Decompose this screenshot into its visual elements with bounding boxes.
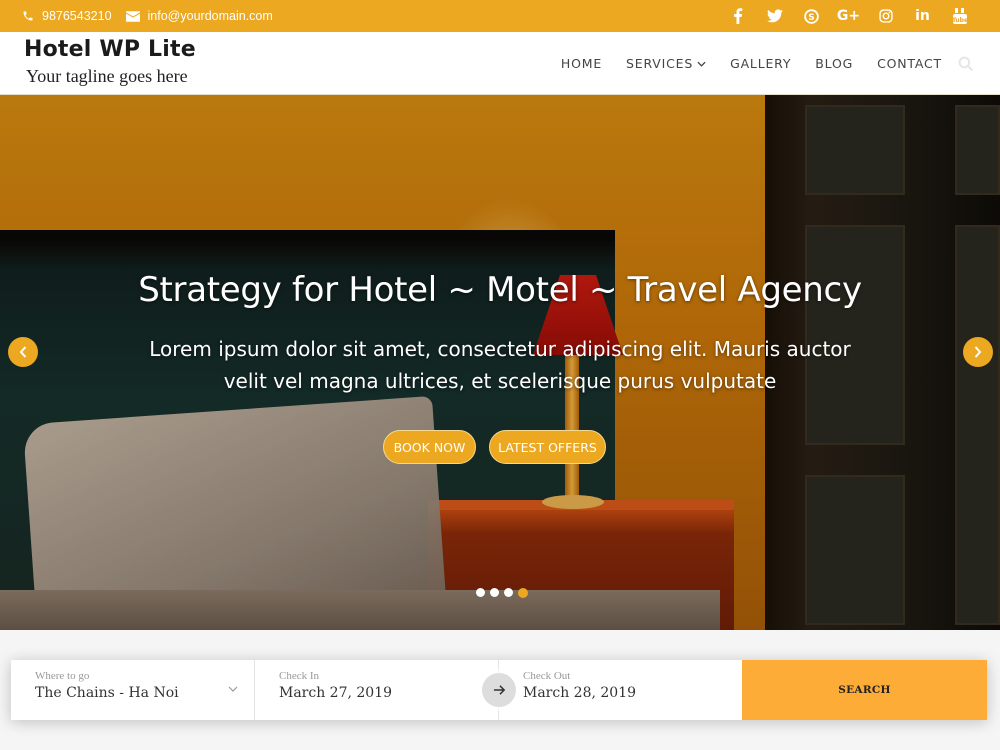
twitter-icon[interactable] [756,0,793,32]
facebook-icon[interactable] [719,0,756,32]
nav-label: CONTACT [877,56,942,71]
main-nav: HOME SERVICES GALLERY BLOG CONTACT [537,32,942,95]
booking-form: Where to go The Chains - Ha Noi Check In… [11,660,987,720]
book-now-button[interactable]: BOOK NOW [383,430,476,464]
latest-offers-button[interactable]: LATEST OFFERS [489,430,606,464]
svg-text:S: S [808,12,814,22]
arrow-right-icon [493,685,505,695]
check-out-value: March 28, 2019 [523,685,637,701]
hero-slider: Strategy for Hotel ~ Motel ~ Travel Agen… [0,95,1000,630]
slider-dot[interactable] [476,588,485,597]
google-plus-icon[interactable]: G+ [830,0,867,32]
chevron-right-icon [974,346,982,358]
destination-label: Where to go [35,670,90,682]
search-submit-button[interactable]: SEARCH [742,660,987,720]
destination-value: The Chains - Ha Noi [35,685,179,701]
nav-item-home[interactable]: HOME [561,56,602,71]
date-arrow-button[interactable] [482,673,516,707]
site-header: Hotel WP Lite Your tagline goes here HOM… [0,32,1000,95]
site-title[interactable]: Hotel WP Lite [24,37,196,62]
nav-label: HOME [560,56,603,71]
nav-item-blog[interactable]: BLOG [815,56,853,71]
envelope-icon [125,10,140,22]
check-out-label: Check Out [523,670,571,682]
email-address: info@yourdomain.com [147,9,273,23]
slider-next-button[interactable] [963,337,993,367]
slider-dot[interactable] [490,588,499,597]
nav-label: SERVICES [626,56,694,71]
site-tagline: Your tagline goes here [26,66,188,86]
check-in-field[interactable]: Check In March 27, 2019 [255,660,499,720]
chevron-down-icon [697,61,706,67]
destination-select[interactable]: Where to go The Chains - Ha Noi [11,660,255,720]
slider-pagination [476,587,533,598]
slider-dot[interactable] [504,588,513,597]
nav-label: GALLERY [730,56,792,71]
chevron-down-icon [228,686,238,692]
instagram-icon[interactable] [867,0,904,32]
chevron-left-icon [19,346,27,358]
nav-item-contact[interactable]: CONTACT [877,56,942,71]
search-button[interactable] [958,56,976,74]
phone-contact[interactable]: 9876543210 [22,9,112,23]
nav-item-gallery[interactable]: GALLERY [730,56,791,71]
top-bar: 9876543210 info@yourdomain.com S G+ in T… [0,0,1000,32]
contact-info: 9876543210 info@yourdomain.com [22,0,287,32]
phone-icon [23,11,33,21]
social-links: S G+ in Tube [719,0,978,32]
nav-label: BLOG [815,56,854,71]
skype-icon[interactable]: S [793,0,830,32]
linkedin-icon[interactable]: in [904,0,941,32]
hero-title: Strategy for Hotel ~ Motel ~ Travel Agen… [138,270,862,310]
svg-text:Tube: Tube [953,17,967,24]
email-contact[interactable]: info@yourdomain.com [125,9,273,23]
youtube-icon[interactable]: Tube [941,0,978,32]
hero-subtitle: Lorem ipsum dolor sit amet, consectetur … [149,337,851,393]
search-icon [958,56,974,72]
check-out-field[interactable]: Check Out March 28, 2019 [499,660,742,720]
check-in-label: Check In [279,670,320,682]
phone-number: 9876543210 [42,9,112,23]
nav-item-services[interactable]: SERVICES [626,56,706,71]
slider-dot-active[interactable] [518,587,528,598]
check-in-value: March 27, 2019 [279,685,393,701]
slider-prev-button[interactable] [8,337,38,367]
